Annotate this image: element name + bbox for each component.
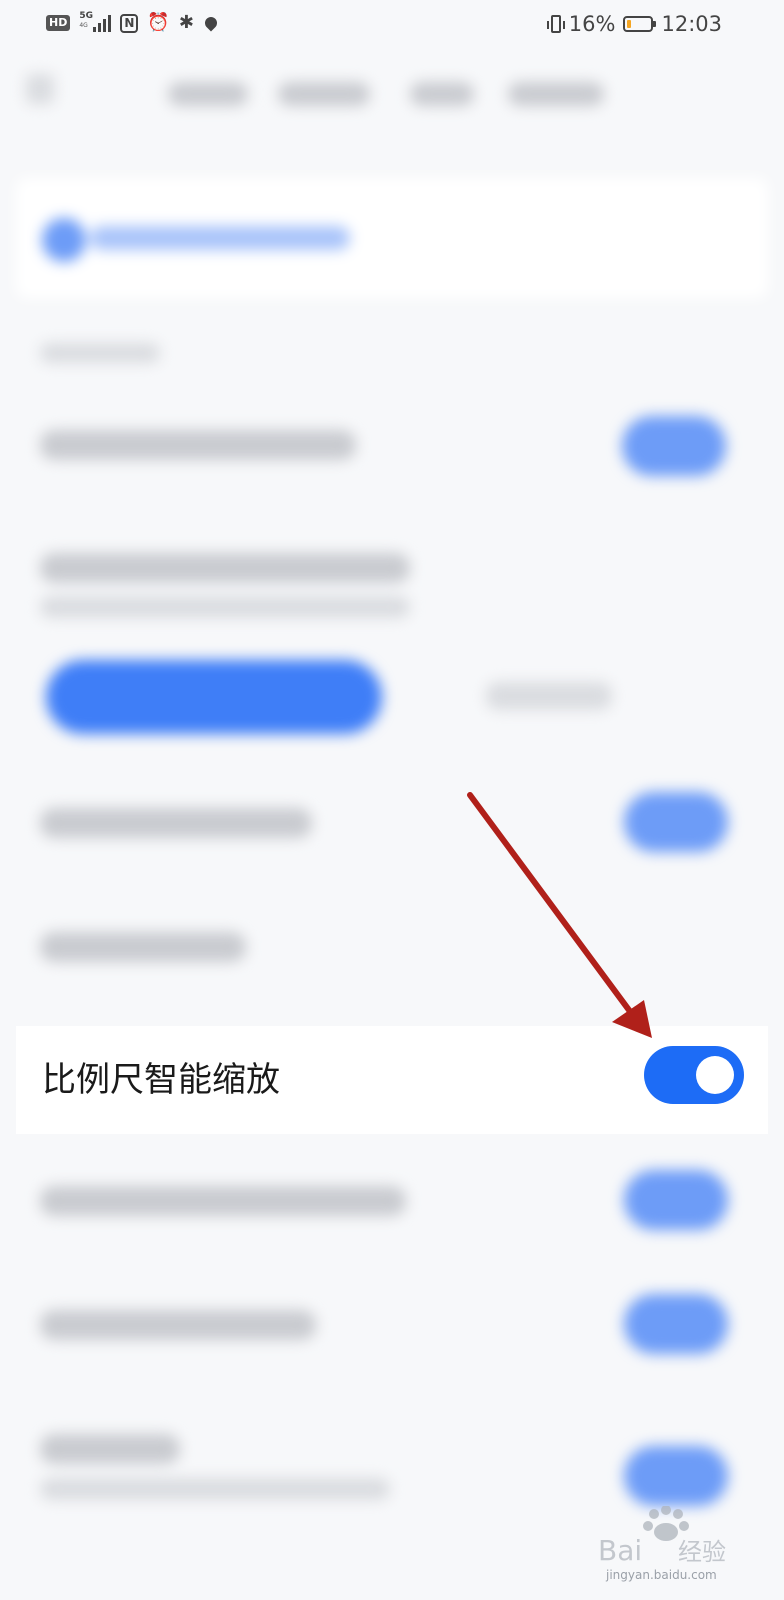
status-bar: HD 5G 4G N ⏰ ✱ 16% 12:03 [0,0,784,48]
network-sub-label: 4G [79,22,88,29]
scale-smart-zoom-toggle[interactable] [644,1046,744,1104]
battery-fill [627,20,632,28]
blurred-row-desc [40,596,410,618]
vibrate-icon [546,15,565,33]
blurred-row-desc [40,1478,390,1500]
blurred-toggle [622,416,726,476]
blurred-row-label [40,1434,180,1464]
blurred-tab [410,82,474,106]
status-right-icons: 16% 12:03 [546,12,722,36]
clock: 12:03 [661,12,722,36]
alarm-icon: ⏰ [147,12,170,33]
blurred-row-label [40,553,410,583]
blurred-row-label [40,430,356,460]
blurred-toggle [624,1294,728,1354]
blurred-button [46,660,382,734]
battery-icon [623,16,657,32]
blurred-toggle [624,1170,728,1230]
toggle-knob [696,1056,734,1094]
hd-icon: HD [46,15,71,31]
blurred-link [90,226,350,250]
watermark-url: jingyan.baidu.com [606,1568,717,1582]
blurred-settings-background [0,48,784,1600]
blurred-toggle [624,792,728,852]
blurred-tab [508,82,604,106]
blurred-row-label [40,932,246,962]
blurred-option [486,682,612,710]
setting-row-scale-smart-zoom[interactable]: 比例尺智能缩放 [16,1026,768,1134]
setting-label: 比例尺智能缩放 [42,1060,280,1100]
watermark-brand: Bai [598,1534,642,1567]
blurred-icon [42,218,86,262]
blurred-toggle [624,1446,728,1506]
blurred-section-header [40,343,160,363]
watermark-brand-cn: 经验 [678,1538,726,1566]
blurred-row-label [40,1186,406,1216]
location-icon [202,14,220,32]
network-type-label: 5G [79,11,93,21]
blurred-row-label [40,808,312,838]
nfc-icon: N [120,13,139,33]
bluetooth-icon: ✱ [178,12,194,33]
signal-icon: 5G 4G [79,11,112,32]
blurred-tab [168,82,248,106]
back-arrow-icon [26,74,54,104]
blurred-tab [278,82,370,106]
status-left-icons: HD 5G 4G N ⏰ ✱ [46,11,220,34]
battery-percent: 16% [568,12,616,36]
blurred-row-label [40,1310,316,1340]
